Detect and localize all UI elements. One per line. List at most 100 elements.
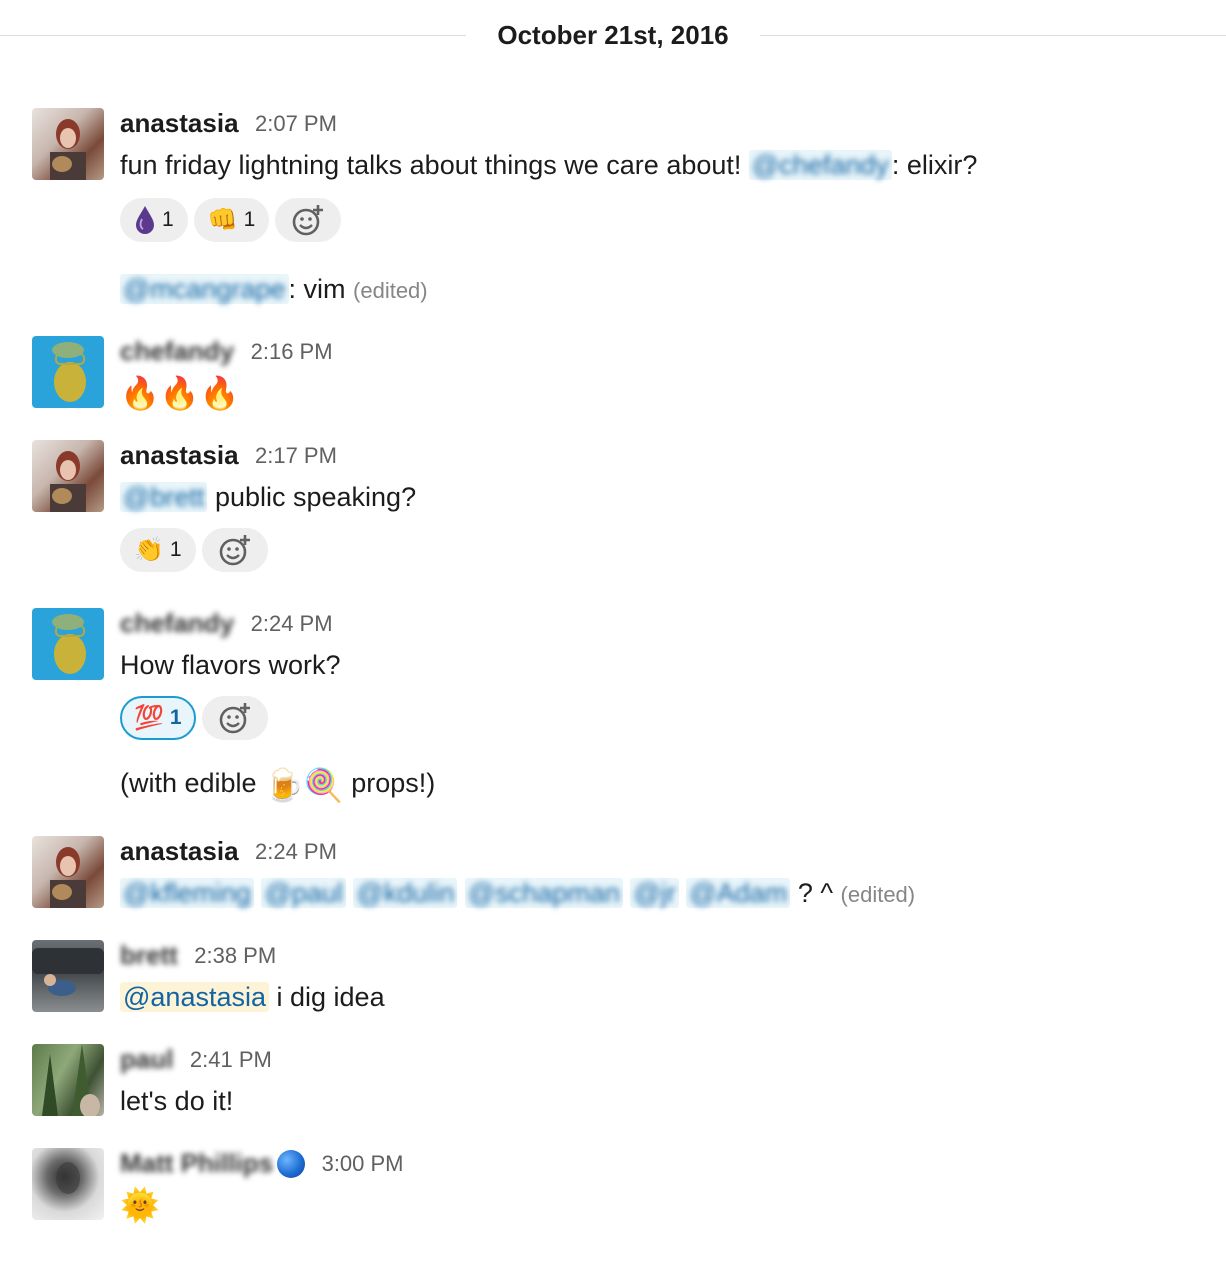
- timestamp[interactable]: 2:24 PM: [251, 611, 333, 636]
- avatar[interactable]: [32, 1148, 104, 1220]
- user-mention[interactable]: @brett: [120, 482, 208, 512]
- avatar[interactable]: [32, 608, 104, 680]
- message-header: paul 2:41 PM: [120, 1044, 272, 1078]
- text-segment: props!): [343, 768, 436, 799]
- message-header: brett 2:38 PM: [120, 940, 276, 974]
- timestamp[interactable]: 2:16 PM: [251, 339, 333, 364]
- reaction-fist-bump[interactable]: 👊 1: [193, 198, 270, 242]
- user-mention[interactable]: @jr: [630, 878, 679, 908]
- reaction-count: 1: [169, 538, 182, 562]
- message-text: @kfleming @paul @kdulin @schapman @jr @A…: [120, 878, 915, 909]
- clap-icon: 👏: [134, 536, 164, 564]
- divider-line-left: [0, 35, 466, 36]
- bearded-face-icon: [52, 342, 86, 402]
- divider-line-right: [760, 35, 1226, 36]
- text-segment: : vim: [288, 274, 346, 304]
- avatar[interactable]: [32, 940, 104, 1012]
- beer-lollipop-icon: 🍺🍭: [264, 767, 344, 803]
- message-header: anastasia 2:17 PM: [120, 440, 337, 474]
- reactions-bar: 💯 1: [120, 696, 274, 742]
- user-mention[interactable]: @schapman: [464, 878, 623, 908]
- fire-icon: 🔥🔥🔥: [120, 375, 240, 411]
- avatar[interactable]: [32, 440, 104, 512]
- add-reaction-button[interactable]: [201, 696, 268, 740]
- message-header: anastasia 2:24 PM: [120, 836, 337, 870]
- add-reaction-button[interactable]: [201, 528, 268, 572]
- person-photo-icon: [50, 119, 86, 180]
- author-name[interactable]: chefandy: [120, 336, 234, 366]
- author-name[interactable]: Matt Phillips: [120, 1148, 273, 1178]
- date-label: October 21st, 2016: [497, 20, 729, 50]
- author-name[interactable]: anastasia: [120, 108, 239, 138]
- text-segment: How flavors work?: [120, 650, 341, 680]
- elixir-drop-icon: [136, 206, 154, 235]
- reaction-count: 1: [162, 208, 174, 232]
- reactions-bar: 👏 1: [120, 528, 274, 574]
- author-name[interactable]: paul: [120, 1044, 173, 1074]
- date-divider: October 21st, 2016: [0, 0, 1226, 76]
- timestamp[interactable]: 2:24 PM: [255, 839, 337, 864]
- timestamp[interactable]: 2:07 PM: [255, 111, 337, 136]
- message-text: 🔥🔥🔥: [120, 374, 240, 412]
- message-text: How flavors work?: [120, 650, 341, 681]
- bearded-face-icon: [52, 614, 86, 674]
- add-reaction-icon: [219, 703, 250, 734]
- message-text: @mcangrape: vim (edited): [120, 274, 428, 305]
- user-mention[interactable]: @kdulin: [353, 878, 458, 908]
- avatar[interactable]: [32, 336, 104, 408]
- timestamp[interactable]: 2:41 PM: [190, 1047, 272, 1072]
- author-name[interactable]: anastasia: [120, 440, 239, 470]
- person-car-photo-icon: [32, 948, 104, 996]
- add-reaction-button[interactable]: [275, 198, 342, 242]
- author-name[interactable]: brett: [120, 940, 178, 970]
- user-mention[interactable]: @chefandy: [748, 150, 892, 180]
- fist-bump-icon: 👊: [207, 206, 238, 234]
- timestamp[interactable]: 2:17 PM: [255, 443, 337, 468]
- reactions-bar: 1 👊 1: [120, 198, 347, 244]
- text-segment: fun friday lightning talks about things …: [120, 150, 749, 180]
- message-header: Matt Phillips 3:00 PM: [120, 1148, 404, 1182]
- reaction-count: 1: [243, 208, 256, 232]
- blue-circle-status-icon: [277, 1149, 306, 1178]
- timestamp[interactable]: 2:38 PM: [194, 943, 276, 968]
- author-name[interactable]: chefandy: [120, 608, 234, 638]
- reaction-count: 1: [169, 706, 182, 730]
- message-text: (with edible 🍺🍭 props!): [120, 766, 435, 804]
- edited-label: (edited): [840, 882, 916, 907]
- add-reaction-icon: [219, 535, 250, 566]
- message-header: chefandy 2:16 PM: [120, 336, 333, 370]
- person-photo-icon: [50, 847, 86, 908]
- message-header: anastasia 2:07 PM: [120, 108, 337, 142]
- text-segment: : elixir?: [891, 150, 978, 180]
- edited-label: (edited): [353, 278, 428, 303]
- avatar[interactable]: [32, 108, 104, 180]
- timestamp[interactable]: 3:00 PM: [322, 1151, 404, 1176]
- message-text: 🌞: [120, 1186, 160, 1224]
- author-name[interactable]: anastasia: [120, 836, 239, 866]
- message-text: let's do it!: [120, 1086, 233, 1117]
- user-mention[interactable]: @paul: [261, 878, 346, 908]
- message-text: @brett public speaking?: [120, 482, 416, 513]
- text-segment: let's do it!: [120, 1086, 234, 1116]
- reaction-hundred-points[interactable]: 💯 1: [120, 696, 196, 740]
- self-mention[interactable]: @anastasia: [120, 982, 269, 1012]
- message-text: @anastasia i dig idea: [120, 982, 385, 1013]
- forest-photo-icon: [42, 1044, 100, 1116]
- user-mention[interactable]: @Adam: [686, 878, 791, 908]
- text-segment: public speaking?: [207, 482, 417, 512]
- hundred-points-icon: 💯: [134, 704, 164, 732]
- text-segment: (with edible: [120, 768, 265, 799]
- reaction-elixir[interactable]: 1: [120, 198, 188, 242]
- message-text: fun friday lightning talks about things …: [120, 150, 977, 181]
- avatar[interactable]: [32, 836, 104, 908]
- blurred-portrait-icon: [56, 1162, 80, 1194]
- sun-face-icon: 🌞: [120, 1187, 160, 1223]
- message-header: chefandy 2:24 PM: [120, 608, 333, 642]
- user-mention[interactable]: @mcangrape: [120, 274, 289, 304]
- add-reaction-icon: [292, 205, 324, 236]
- user-mention[interactable]: @kfleming: [120, 878, 254, 908]
- avatar[interactable]: [32, 1044, 104, 1116]
- text-segment: i dig idea: [269, 982, 385, 1012]
- person-photo-icon: [50, 451, 86, 512]
- reaction-clap[interactable]: 👏 1: [120, 528, 196, 572]
